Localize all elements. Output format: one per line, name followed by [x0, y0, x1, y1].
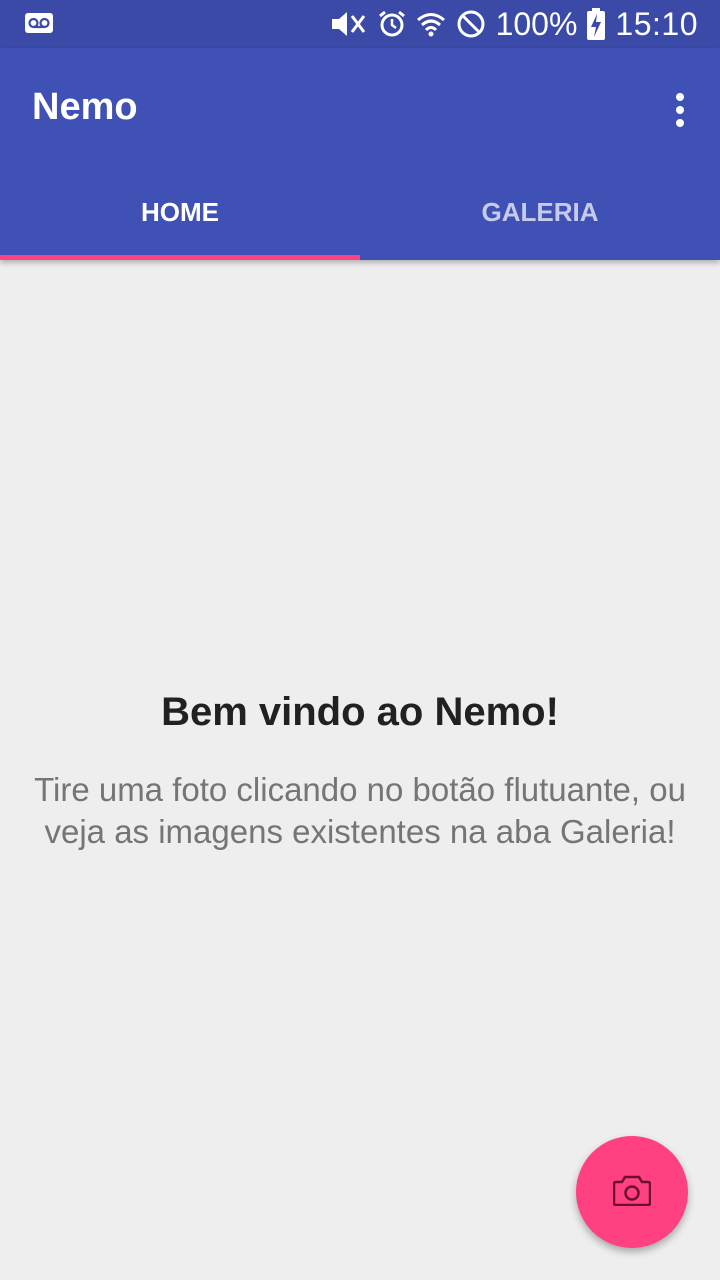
overflow-menu-dot [676, 119, 684, 127]
tab-home[interactable]: HOME [0, 164, 360, 260]
overflow-menu-button[interactable] [660, 84, 700, 136]
battery-percent: 100% [495, 5, 578, 42]
alarm-icon [378, 10, 406, 38]
welcome-title: Bem vindo ao Nemo! [161, 690, 559, 734]
voicemail-icon [24, 12, 54, 39]
overflow-menu-dot [676, 106, 684, 114]
tab-home-label: HOME [141, 196, 219, 227]
battery-charging-icon [587, 8, 606, 40]
do-not-disturb-icon [456, 9, 486, 39]
welcome-content: Bem vindo ao Nemo! Tire uma foto clicand… [0, 690, 720, 853]
wifi-icon [416, 10, 446, 38]
tab-galeria[interactable]: GALERIA [360, 164, 720, 260]
overflow-menu-icon [676, 93, 684, 101]
status-bar: 100% 15:10 [0, 0, 720, 48]
tab-galeria-label: GALERIA [481, 196, 599, 227]
status-time: 15:10 [615, 5, 698, 42]
camera-fab-button[interactable] [576, 1136, 688, 1248]
mute-icon [330, 10, 368, 38]
welcome-message: Tire uma foto clicando no botão flutuant… [34, 771, 686, 850]
app-title: Nemo [32, 86, 138, 128]
tab-bar: HOME GALERIA [0, 164, 720, 260]
tab-indicator [0, 255, 360, 260]
camera-icon [612, 1174, 652, 1211]
app-bar: Nemo HOME GALERIA [0, 48, 720, 260]
